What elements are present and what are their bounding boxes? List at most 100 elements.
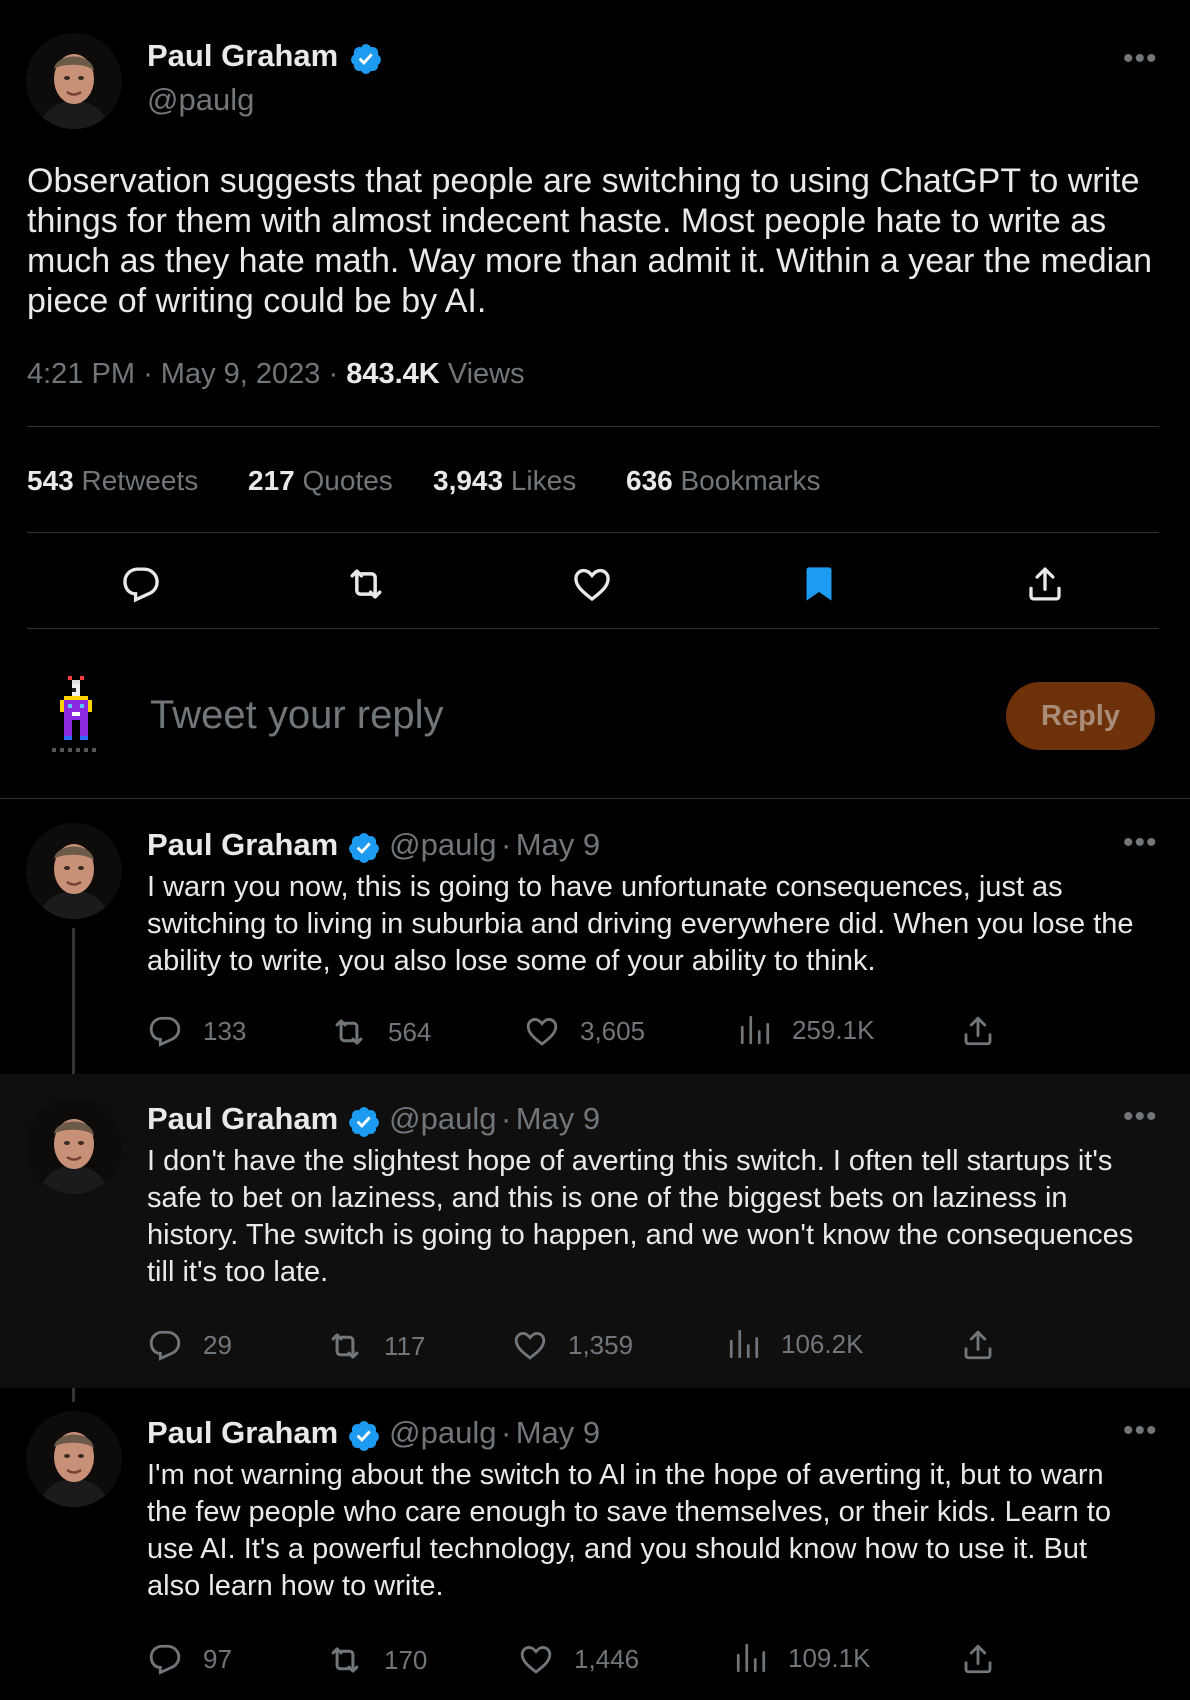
divider	[27, 628, 1159, 629]
tweet-time[interactable]: 4:21 PM	[27, 358, 135, 390]
reply-date[interactable]: May 9	[516, 1415, 600, 1450]
author-name[interactable]: Paul Graham	[147, 38, 338, 73]
stat-retweets[interactable]: 543 Retweets	[27, 465, 198, 497]
reply-text: I'm not warning about the switch to AI i…	[147, 1459, 1112, 1602]
reply-action-like[interactable]: 1,446	[518, 1641, 639, 1677]
bookmark-icon	[806, 567, 832, 601]
heart-icon	[514, 1332, 546, 1360]
stat-label: Retweets	[81, 465, 199, 496]
share-icon	[964, 1330, 992, 1360]
views-count: 106.2K	[781, 1328, 864, 1359]
reply-action-reply[interactable]: 29	[147, 1327, 232, 1363]
reply-submit-button[interactable]: Reply	[1006, 682, 1155, 750]
reply-action-views[interactable]: 259.1K	[738, 1013, 874, 1047]
views-count: 259.1K	[792, 1014, 875, 1045]
retweet-icon	[331, 1647, 359, 1673]
retweet-count: 117	[384, 1330, 426, 1361]
reply-date[interactable]: May 9	[516, 1101, 600, 1136]
reply-separator: ·	[500, 1415, 512, 1450]
author-avatar[interactable]	[26, 33, 122, 129]
heart-icon	[574, 568, 610, 602]
share-icon	[964, 1016, 992, 1046]
more-options-icon[interactable]: •••	[1123, 1416, 1158, 1446]
divider	[27, 426, 1159, 427]
author-name-row: Paul Graham	[147, 38, 383, 76]
verified-badge-icon	[348, 832, 379, 863]
stat-label: Quotes	[302, 465, 393, 496]
reply-author-handle[interactable]: @paulg	[389, 1415, 496, 1450]
reply-action-reply[interactable]: 97	[147, 1641, 232, 1677]
more-options-icon[interactable]: •••	[1123, 1102, 1158, 1132]
reply-author-handle[interactable]: @paulg	[389, 1101, 496, 1136]
reply-author-name[interactable]: Paul Graham	[147, 1415, 338, 1450]
stat-count: 3,943	[433, 465, 504, 496]
reply-author-name[interactable]: Paul Graham	[147, 1101, 338, 1136]
reply-author-name[interactable]: Paul Graham	[147, 827, 338, 862]
reply-icon	[149, 1330, 181, 1361]
retweet-icon	[335, 1019, 363, 1045]
meta-separator: ·	[328, 358, 339, 390]
reply-avatar[interactable]	[26, 823, 122, 919]
tweet-text: Observation suggests that people are swi…	[27, 162, 1153, 320]
views-label: Views	[447, 358, 525, 390]
reply-count: 29	[203, 1329, 232, 1360]
like-button[interactable]	[568, 560, 616, 608]
heart-icon	[520, 1646, 552, 1674]
like-count: 3,605	[580, 1015, 646, 1046]
verified-badge-icon	[350, 43, 381, 74]
reply-action-reply[interactable]: 133	[147, 1013, 246, 1049]
reply-separator: ·	[500, 1101, 512, 1136]
reply-input[interactable]: Tweet your reply	[150, 693, 443, 738]
reply-action-retweet[interactable]: 170	[326, 1641, 427, 1679]
stat-quotes[interactable]: 217 Quotes	[248, 465, 393, 497]
bookmark-button[interactable]	[795, 560, 843, 608]
verified-badge-icon	[348, 1420, 379, 1451]
reply-action-share[interactable]	[960, 1013, 996, 1049]
views-icon	[729, 1329, 759, 1359]
divider	[27, 532, 1159, 533]
reply-author-handle[interactable]: @paulg	[389, 827, 496, 862]
retweet-button[interactable]	[342, 560, 390, 608]
tweet-meta: 4:21 PM · May 9, 2023 · 843.4K Views	[27, 358, 525, 391]
share-button[interactable]	[1021, 560, 1069, 608]
share-icon	[964, 1644, 992, 1674]
reply-header: Paul Graham @paulg · May 9	[147, 827, 600, 865]
reply-date[interactable]: May 9	[516, 827, 600, 862]
more-options-icon[interactable]: •••	[1123, 44, 1158, 74]
stat-label: Bookmarks	[680, 465, 821, 496]
reply-text: I warn you now, this is going to have un…	[147, 871, 1134, 977]
reply-action-like[interactable]: 3,605	[524, 1013, 645, 1049]
tweet-date[interactable]: May 9, 2023	[161, 358, 321, 390]
stat-count: 543	[27, 465, 74, 496]
reply-action-like[interactable]: 1,359	[512, 1327, 633, 1363]
stat-likes[interactable]: 3,943 Likes	[433, 465, 576, 497]
views-count: 843.4K	[346, 358, 440, 390]
stat-bookmarks[interactable]: 636 Bookmarks	[626, 465, 821, 497]
retweet-icon	[331, 1333, 359, 1359]
share-icon	[1029, 567, 1061, 601]
reply-action-views[interactable]: 106.2K	[727, 1327, 863, 1361]
meta-separator: ·	[143, 358, 153, 390]
reply-avatar[interactable]	[26, 1098, 122, 1194]
views-icon	[736, 1643, 766, 1673]
reply-button[interactable]	[117, 560, 165, 608]
retweet-count: 170	[384, 1644, 428, 1675]
reply-count: 133	[203, 1015, 247, 1046]
reply-action-views[interactable]: 109.1K	[734, 1641, 870, 1675]
user-avatar[interactable]	[48, 676, 104, 756]
reply-action-share[interactable]	[960, 1641, 996, 1677]
stat-label: Likes	[510, 465, 577, 496]
heart-icon	[526, 1018, 558, 1046]
reply-action-retweet[interactable]: 564	[330, 1013, 431, 1051]
verified-badge-icon	[348, 1106, 379, 1137]
reply-action-retweet[interactable]: 117	[326, 1327, 425, 1365]
views-count: 109.1K	[788, 1642, 871, 1673]
author-handle[interactable]: @paulg	[147, 82, 254, 118]
retweet-icon	[350, 569, 382, 599]
reply-avatar[interactable]	[26, 1411, 122, 1507]
reply-action-share[interactable]	[960, 1327, 996, 1363]
more-options-icon[interactable]: •••	[1123, 828, 1158, 858]
reply-icon	[149, 1016, 181, 1047]
stat-count: 636	[626, 465, 673, 496]
like-count: 1,446	[574, 1643, 640, 1674]
